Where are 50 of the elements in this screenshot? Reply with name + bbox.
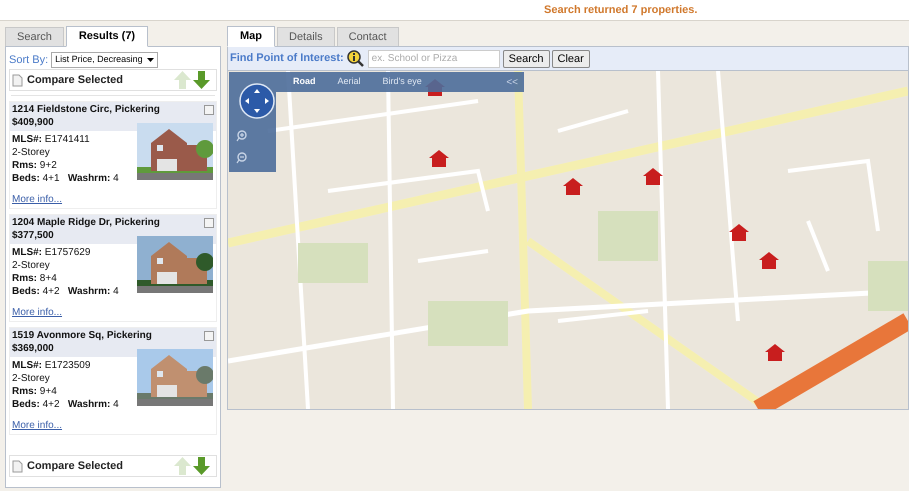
more-info-link[interactable]: More info...: [12, 193, 62, 206]
mls-number: MLS#: E1723509: [12, 359, 92, 372]
caret-icon: [146, 58, 154, 62]
map-mode-tab[interactable]: Bird's eye: [382, 75, 422, 89]
poi-label: Find Point of Interest:: [230, 51, 344, 66]
sort-dropdown[interactable]: List Price, Decreasing: [51, 52, 158, 68]
mls-number: MLS#: E1741411: [12, 133, 91, 146]
bed-bath-count: Beds: 4+2 Washrm: 4: [12, 398, 120, 411]
listing-address[interactable]: 1204 Maple Ridge Dr, Pickering: [12, 216, 160, 229]
tab[interactable]: Map: [227, 26, 275, 47]
compare-selected-button[interactable]: Compare Selected: [27, 72, 123, 88]
room-count: Rms: 8+4: [12, 272, 58, 285]
more-info-link[interactable]: More info...: [12, 306, 62, 319]
tab[interactable]: Search: [5, 27, 64, 46]
zoom-out-icon[interactable]: [236, 152, 248, 164]
listing-price: $377,500: [12, 229, 54, 242]
sort-label: Sort By:: [9, 52, 48, 68]
checkbox[interactable]: [204, 218, 214, 228]
down-arrow-icon[interactable]: [193, 71, 210, 89]
more-info-link[interactable]: More info...: [12, 419, 62, 432]
mls-number: MLS#: E1757629: [12, 246, 92, 259]
room-count: Rms: 9+2: [12, 159, 58, 172]
tab[interactable]: Details: [277, 27, 335, 46]
tab[interactable]: Results (7): [66, 26, 148, 47]
bed-bath-count: Beds: 4+2 Washrm: 4: [12, 285, 120, 298]
bed-bath-count: Beds: 4+1 Washrm: 4: [12, 172, 120, 185]
listing-price: $409,900: [12, 116, 54, 129]
zoom-in-icon[interactable]: [236, 130, 248, 142]
map-mode-tab[interactable]: Road: [293, 75, 316, 89]
pan-control-icon[interactable]: [239, 83, 275, 119]
map-mode-tab[interactable]: Aerial: [338, 75, 361, 89]
listing-address[interactable]: 1214 Fieldstone Circ, Pickering: [12, 103, 160, 116]
room-count: Rms: 9+4: [12, 385, 58, 398]
house-style: 2-Storey: [12, 372, 51, 385]
poi-button[interactable]: Search: [502, 50, 550, 68]
status-message: Search returned 7 properties.: [544, 2, 698, 18]
house-style: 2-Storey: [12, 146, 51, 159]
listing-address[interactable]: 1519 Avonmore Sq, Pickering: [12, 329, 152, 342]
listing-price: $369,000: [12, 342, 54, 355]
poi-button[interactable]: Clear: [552, 50, 590, 68]
document-icon: [12, 460, 24, 472]
down-arrow-icon[interactable]: [193, 457, 210, 475]
tab[interactable]: Contact: [336, 27, 399, 46]
checkbox[interactable]: [204, 105, 214, 115]
info-magnifier-icon: [346, 50, 365, 68]
house-style: 2-Storey: [12, 259, 51, 272]
poi-search-field[interactable]: ex. School or Pizza: [368, 50, 500, 68]
checkbox[interactable]: [204, 331, 214, 341]
document-icon: [12, 74, 24, 86]
compare-selected-button[interactable]: Compare Selected: [27, 458, 123, 474]
